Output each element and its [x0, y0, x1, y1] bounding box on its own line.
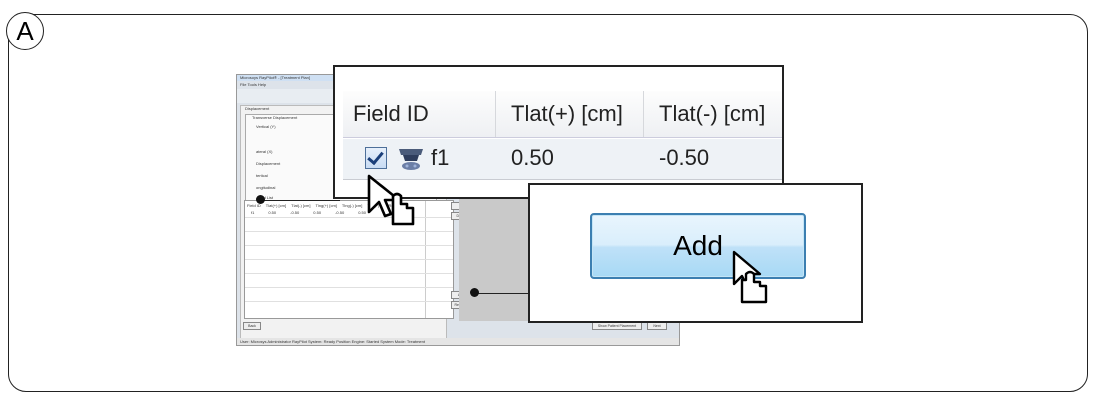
- callout-dot: [470, 288, 479, 297]
- hand-cursor-icon: [367, 174, 415, 226]
- callout-line: [475, 293, 530, 294]
- next-button[interactable]: Next: [647, 322, 667, 330]
- pointer-hand-cursor-icon: [732, 250, 768, 304]
- table-header: Field ID Tlat(+) [cm] Tlat(-) [cm]: [343, 91, 782, 138]
- mini-cell: f1: [251, 210, 255, 215]
- vertical-label: Vertical (Y): [256, 124, 276, 129]
- zoom-add-button: Add: [528, 183, 863, 323]
- mini-cell: -0.50: [335, 210, 345, 215]
- field-list-table: Field ID Tlat(+) [cm] Tlat(-) [cm] Tlng(…: [244, 200, 454, 319]
- mini-header: Tlng(+) [cm]: [315, 203, 337, 208]
- mini-cell: 0.50: [268, 210, 277, 215]
- displacement-sub-label: Displacement: [256, 161, 281, 166]
- cell-tlat-plus: 0.50: [511, 145, 554, 170]
- beam-field-icon: [399, 149, 423, 170]
- mini-header: Tlat(-) [cm]: [291, 203, 311, 208]
- step-badge: A: [6, 12, 44, 50]
- callout-dot: [256, 195, 265, 204]
- grid-line: [245, 273, 453, 274]
- lateral-label: ateral (X): [256, 149, 273, 154]
- callout-line: [262, 200, 340, 201]
- mini-cell: 0.50: [313, 210, 322, 215]
- grid-line: [245, 287, 453, 288]
- longitudinal-label: ongitudinal: [256, 185, 276, 190]
- displacement-group-label: Displacement: [245, 106, 270, 111]
- header-separator: [643, 91, 644, 137]
- row-checkbox[interactable]: [365, 147, 387, 169]
- header-separator: [495, 91, 496, 137]
- grid-line: [245, 217, 453, 218]
- mini-cell: -0.50: [290, 210, 300, 215]
- grid-line: [245, 259, 453, 260]
- status-bar: User: Microsys Administrator RayPilot Sy…: [237, 338, 679, 345]
- grid-line: [245, 301, 453, 302]
- mini-header: Tlng(-) [cm]: [341, 203, 363, 208]
- cell-field-id: f1: [431, 145, 450, 170]
- transverse-label: Transverse Displacement: [252, 115, 298, 120]
- header-tlat-plus: Tlat(+) [cm]: [511, 101, 623, 126]
- vertical2-label: tertical: [256, 173, 268, 178]
- header-field-id: Field ID: [353, 101, 429, 126]
- header-tlat-minus: Tlat(-) [cm]: [659, 101, 766, 126]
- mini-header: Tlat(+) [cm]: [265, 203, 287, 208]
- grid-line: [245, 245, 453, 246]
- cell-tlat-minus: -0.50: [659, 145, 710, 170]
- back-button[interactable]: Back: [243, 322, 261, 330]
- grid-line: [245, 231, 453, 232]
- show-patient-placement-button[interactable]: Show Patient Placement: [592, 322, 642, 330]
